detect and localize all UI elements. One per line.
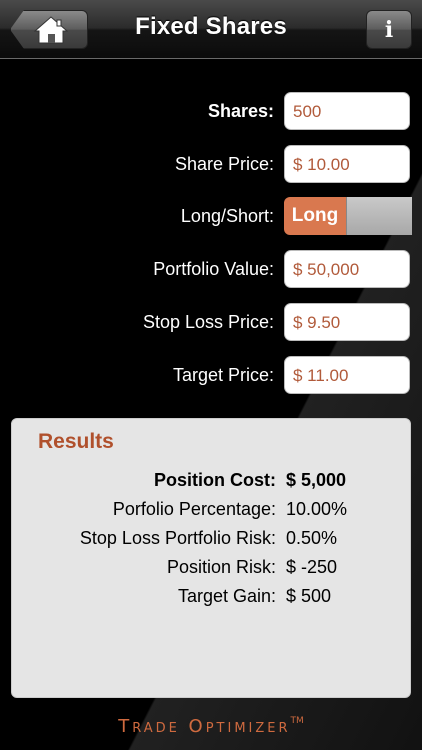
result-value: 0.50% — [286, 528, 338, 548]
long-short-row: Long/Short: Long — [0, 197, 422, 235]
result-label: Porfolio Percentage: — [112, 499, 276, 519]
info-icon: i — [384, 17, 394, 43]
result-row-position-risk: Position Risk: $ -250 — [12, 557, 412, 581]
results-panel: Results Position Cost: $ 5,000 Porfolio … — [11, 418, 411, 698]
share-price-value: $ 10.00 — [293, 155, 350, 174]
page-title: Fixed Shares — [135, 13, 287, 40]
shares-field[interactable]: 500 — [284, 92, 410, 130]
result-row-portfolio-percentage: Porfolio Percentage: 10.00% — [12, 499, 412, 523]
results-title: Results — [38, 430, 114, 453]
share-price-row: Share Price: $ 10.00 — [0, 145, 422, 183]
portfolio-value-row: Portfolio Value: $ 50,000 — [0, 250, 422, 288]
brand-tm: TM — [290, 716, 304, 726]
portfolio-value-value: $ 50,000 — [293, 260, 360, 279]
target-price-row: Target Price: $ 11.00 — [0, 356, 422, 394]
result-value: 10.00% — [286, 499, 348, 519]
share-price-field[interactable]: $ 10.00 — [284, 145, 410, 183]
result-row-position-cost: Position Cost: $ 5,000 — [12, 470, 412, 494]
shares-label: Shares: — [207, 101, 274, 121]
stop-loss-price-value: $ 9.50 — [293, 313, 341, 332]
stop-loss-price-field[interactable]: $ 9.50 — [284, 303, 410, 341]
toggle-knob[interactable] — [346, 197, 412, 235]
stop-loss-price-row: Stop Loss Price: $ 9.50 — [0, 303, 422, 341]
share-price-label: Share Price: — [174, 154, 274, 174]
long-short-label: Long/Short: — [180, 206, 274, 226]
result-label: Target Gain: — [177, 586, 276, 606]
result-value: $ -250 — [286, 557, 338, 577]
result-label: Position Risk: — [166, 557, 276, 577]
shares-value: 500 — [293, 102, 322, 121]
info-button[interactable]: i — [366, 10, 412, 49]
stop-loss-price-label: Stop Loss Price: — [142, 312, 274, 332]
result-row-stop-loss-risk: Stop Loss Portfolio Risk: 0.50% — [12, 528, 412, 552]
target-price-field[interactable]: $ 11.00 — [284, 356, 410, 394]
brand-name: Trade Optimizer — [118, 716, 291, 737]
long-short-value: Long — [284, 197, 346, 235]
long-short-toggle[interactable]: Long — [284, 197, 412, 235]
shares-row: Shares: 500 — [0, 92, 422, 130]
portfolio-value-field[interactable]: $ 50,000 — [284, 250, 410, 288]
nav-bar: Fixed Shares i — [0, 0, 422, 59]
result-label: Position Cost: — [154, 470, 276, 490]
target-price-label: Target Price: — [172, 365, 274, 385]
result-label: Stop Loss Portfolio Risk: — [79, 528, 276, 548]
result-value: $ 5,000 — [286, 470, 347, 490]
brand-logo: Trade OptimizerTM — [0, 716, 422, 737]
target-price-value: $ 11.00 — [293, 366, 349, 385]
result-row-target-gain: Target Gain: $ 500 — [12, 586, 412, 610]
result-value: $ 500 — [286, 586, 332, 606]
portfolio-value-label: Portfolio Value: — [153, 259, 274, 279]
